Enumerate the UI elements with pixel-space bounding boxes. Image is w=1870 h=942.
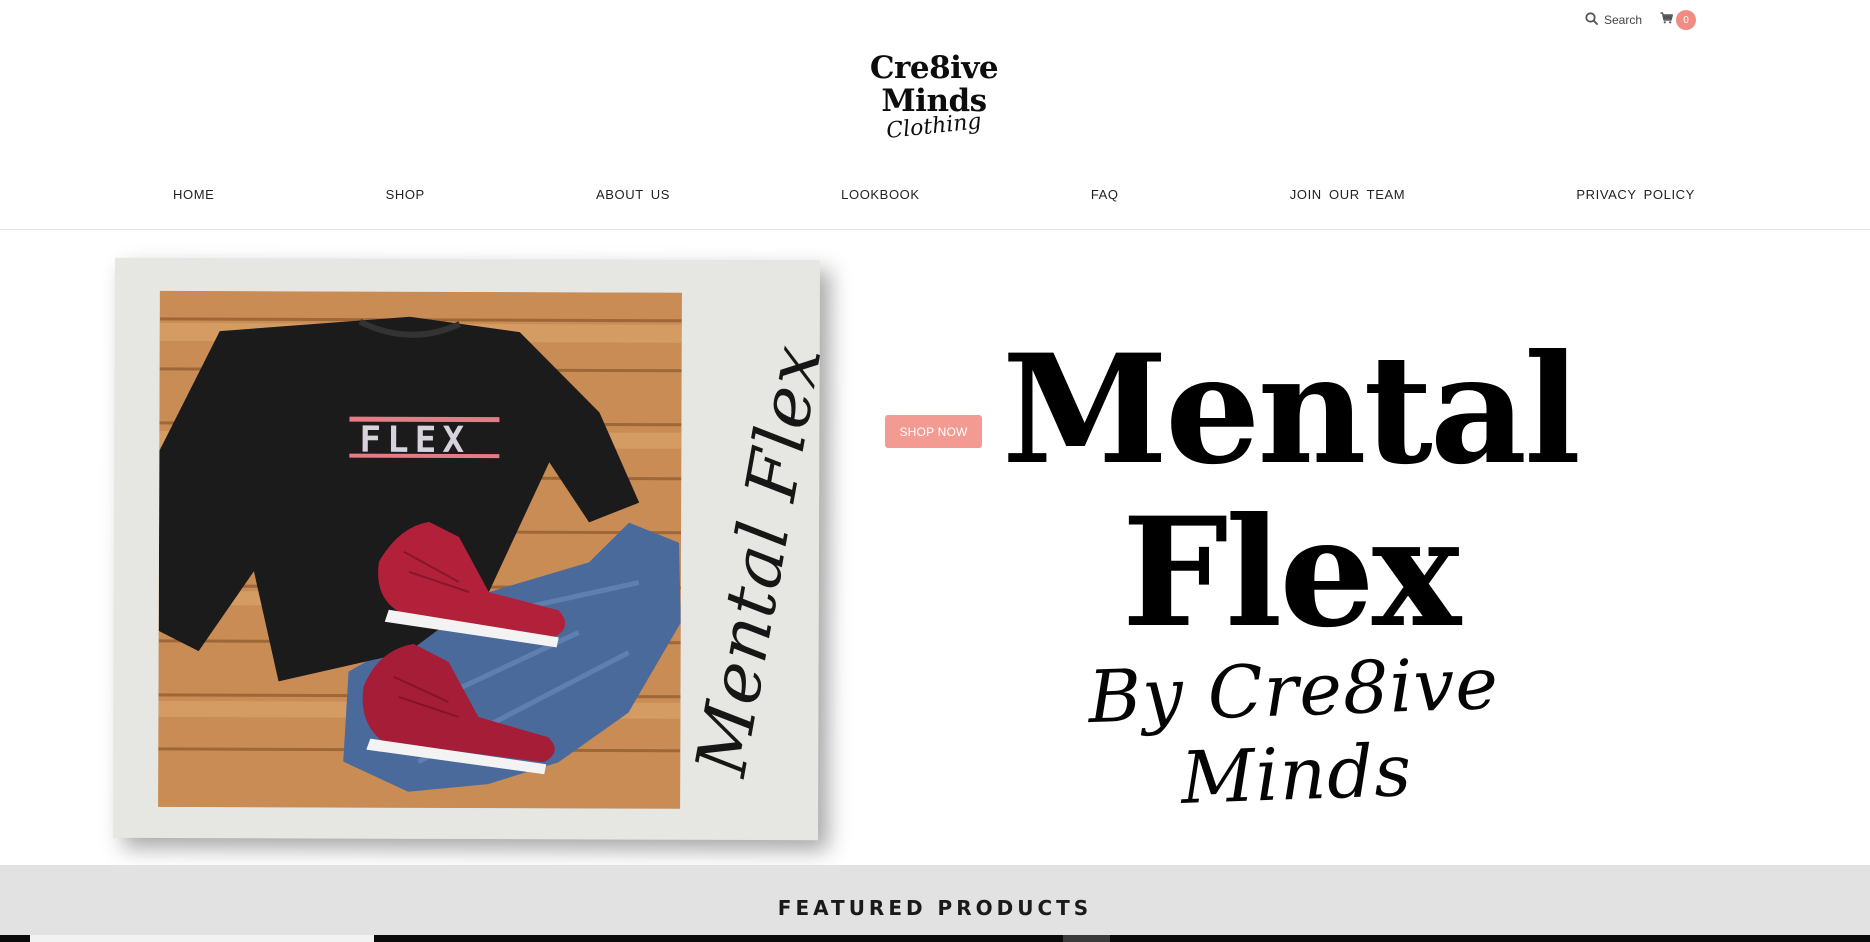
header-divider	[0, 229, 1870, 230]
featured-products-title: FEATURED PRODUCTS	[777, 896, 1093, 920]
polaroid-caption-text: Mental Flex	[680, 338, 838, 782]
site-logo[interactable]: Cre8ive Minds Clothing	[850, 50, 1018, 144]
product-card-1[interactable]	[30, 935, 374, 942]
nav-item-join-our-team[interactable]: JOIN OUR TEAM	[1290, 187, 1405, 202]
nav-item-home[interactable]: HOME	[173, 187, 214, 202]
search-link[interactable]: Search	[1585, 12, 1642, 28]
outfit-photo-illustration: FLEX	[158, 290, 682, 809]
search-icon	[1585, 12, 1598, 28]
product-card-2[interactable]	[1063, 935, 1110, 942]
hero-polaroid-image: FLEX Mental Flex	[112, 257, 838, 841]
hero-byline: By Cre8ive Minds	[1086, 640, 1501, 820]
headline-line-1: Mental	[1002, 322, 1581, 498]
product-carousel-strip	[0, 935, 1870, 942]
nav-item-shop[interactable]: SHOP	[386, 187, 425, 202]
cart-link[interactable]: 0	[1660, 10, 1696, 30]
nav-item-faq[interactable]: FAQ	[1091, 187, 1119, 202]
nav-item-privacy-policy[interactable]: PRIVACY POLICY	[1576, 187, 1695, 202]
headline-line-2: Flex	[1121, 485, 1461, 661]
featured-products-section: FEATURED PRODUCTS	[0, 865, 1870, 942]
shirt-print-text: FLEX	[359, 420, 470, 461]
utility-bar: Search 0	[1585, 10, 1696, 30]
cart-count-badge: 0	[1676, 10, 1696, 30]
cart-icon	[1660, 11, 1673, 29]
search-label: Search	[1603, 13, 1642, 27]
shop-now-button[interactable]: SHOP NOW	[885, 415, 982, 448]
nav-item-lookbook[interactable]: LOOKBOOK	[841, 187, 920, 202]
main-nav: HOME SHOP ABOUT US LOOKBOOK FAQ JOIN OUR…	[173, 187, 1695, 202]
hero-headline: Mental Flex	[985, 330, 1595, 653]
polaroid-caption: Mental Flex	[680, 338, 838, 781]
logo-line-1: Cre8ive	[869, 50, 999, 86]
hero-product-photo: FLEX	[158, 290, 682, 809]
nav-item-about-us[interactable]: ABOUT US	[596, 187, 670, 202]
